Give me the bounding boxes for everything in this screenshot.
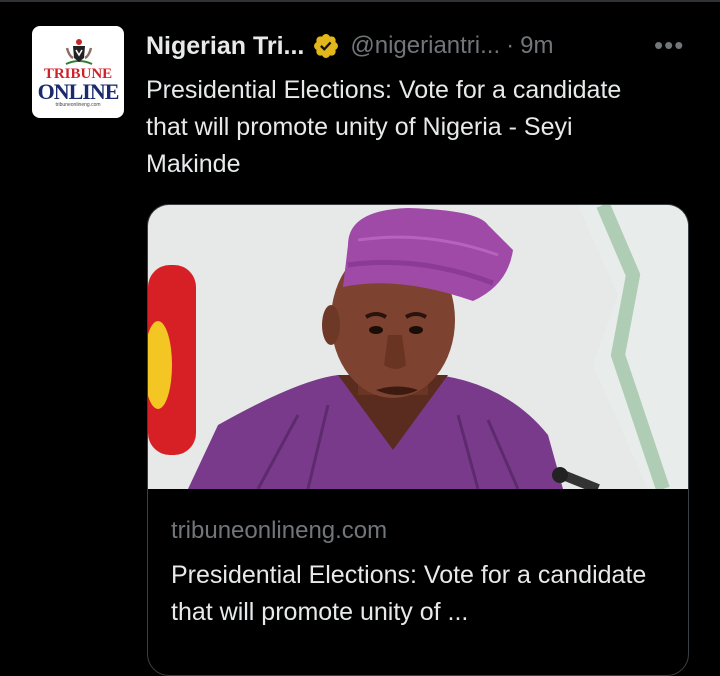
- tweet-text: Presidential Elections: Vote for a candi…: [146, 76, 622, 178]
- author-handle[interactable]: @nigeriantri...: [350, 32, 500, 60]
- logo-url: tribuneonlineng.com: [55, 102, 101, 108]
- article-image[interactable]: [148, 205, 688, 489]
- timeline-divider: [0, 0, 720, 2]
- author-name[interactable]: Nigerian Tri...: [146, 32, 304, 61]
- card-domain[interactable]: tribuneonlineng.com: [171, 517, 387, 545]
- verified-badge-icon[interactable]: [312, 32, 340, 60]
- tweet-header: Nigerian Tri... @nigeriantri... · 9m: [146, 30, 553, 62]
- author-avatar[interactable]: TRIBUNE ONLINE tribuneonlineng.com: [32, 26, 124, 118]
- coat-of-arms-icon: [65, 39, 93, 65]
- more-horizontal-icon[interactable]: •••: [654, 31, 684, 59]
- separator-dot: ·: [506, 32, 515, 59]
- link-preview-card[interactable]: tribuneonlineng.com Presidential Electio…: [147, 204, 689, 676]
- timestamp[interactable]: 9m: [520, 32, 553, 60]
- card-title[interactable]: Presidential Elections: Vote for a candi…: [171, 557, 671, 631]
